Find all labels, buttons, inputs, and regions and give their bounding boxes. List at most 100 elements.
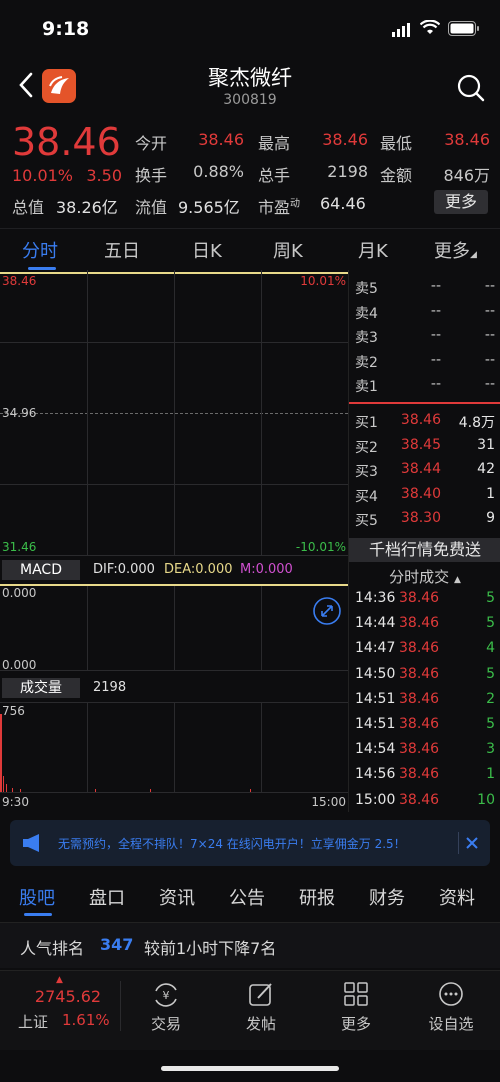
pct-low-label: -10.01%	[295, 540, 346, 554]
back-icon[interactable]	[18, 72, 34, 102]
order-book: 千档行情免费送 分时成交 ▲ 卖5 -- -- 卖4 -- -- 卖3 -- -- 卖2 -- -- 卖…	[348, 270, 500, 812]
megaphone-icon	[22, 833, 44, 857]
tab-forum[interactable]: 股吧	[19, 884, 55, 910]
bid-row[interactable]: 买2 38.45 31	[349, 435, 500, 459]
tick-price: 38.46	[399, 690, 440, 707]
tab-intraday[interactable]: 分时	[22, 237, 58, 263]
triangle-icon: ◢	[470, 250, 477, 260]
book-level-label: 买2	[355, 439, 378, 456]
popularity-rank[interactable]: 人气排名 347 较前1小时下降7名	[0, 922, 500, 968]
edit-icon	[249, 983, 272, 1006]
tab-more[interactable]: 更多◢	[434, 237, 477, 263]
close-icon[interactable]	[458, 832, 482, 854]
price-mid-label: 34.96	[2, 406, 37, 420]
tab-profile[interactable]: 资料	[439, 884, 475, 910]
book-volume: 4.8万	[458, 415, 495, 431]
tick-volume: 2	[486, 690, 495, 707]
tick-row: 14:44 38.46 5	[349, 613, 500, 637]
tab-monthly-k[interactable]: 月K	[358, 237, 388, 263]
pe-value: 64.46	[320, 194, 366, 213]
tick-row: 15:00 38.46 10	[349, 790, 500, 814]
quote-stat-label: 今开	[135, 134, 168, 153]
tick-row: 14:51 38.46 2	[349, 689, 500, 713]
ask-row[interactable]: 卖3 -- --	[349, 325, 500, 349]
bid-row[interactable]: 买4 38.40 1	[349, 484, 500, 508]
pct-high-label: 10.01%	[300, 274, 346, 288]
volume-max-label: 756	[2, 704, 25, 718]
volume-selector[interactable]: 成交量	[2, 678, 80, 698]
tick-time: 14:44	[355, 615, 396, 632]
book-volume: --	[484, 376, 495, 392]
change-amount: 3.50	[86, 166, 122, 185]
search-icon[interactable]	[456, 73, 486, 107]
status-time: 9:18	[42, 18, 90, 40]
tab-five-day[interactable]: 五日	[104, 237, 140, 263]
tick-time: 14:36	[355, 590, 396, 606]
post-button[interactable]: 发帖	[226, 981, 296, 1034]
ask-row[interactable]: 卖2 -- --	[349, 350, 500, 374]
tick-row: 14:36 38.46 5	[349, 588, 500, 612]
book-level-label: 买1	[355, 415, 378, 431]
intraday-chart[interactable]: 38.46 10.01% 34.96 31.46 -10.01% MACD DI…	[0, 270, 348, 812]
tick-time: 14:51	[355, 716, 396, 732]
tab-announcements[interactable]: 公告	[229, 884, 265, 910]
grid-line	[87, 702, 88, 792]
expand-icon[interactable]	[312, 596, 342, 630]
grid-line	[0, 792, 348, 793]
grid-line	[174, 270, 175, 556]
bid-row[interactable]: 买1 38.46 4.8万	[349, 410, 500, 434]
quote-stat-value: 0.88%	[193, 162, 244, 181]
book-price: 38.30	[400, 510, 441, 526]
promo-banner[interactable]: 无需预约，全程不排队！7×24 在线闪电开户！立享佣金万 2.5！	[10, 820, 490, 866]
change-percent: 10.01%	[12, 166, 74, 185]
tick-price: 38.46	[399, 640, 440, 657]
macd-selector[interactable]: MACD	[2, 560, 80, 580]
ask-row[interactable]: 卖4 -- --	[349, 301, 500, 325]
tab-research[interactable]: 研报	[299, 884, 335, 910]
app-logo	[42, 69, 76, 103]
book-price: 38.40	[400, 485, 441, 502]
bid-row[interactable]: 买5 38.30 9	[349, 508, 500, 532]
tick-price: 38.46	[399, 766, 440, 783]
ticks-header[interactable]: 分时成交 ▲	[349, 566, 500, 587]
tab-daily-k[interactable]: 日K	[192, 237, 222, 263]
up-triangle-icon: ▲	[56, 975, 63, 985]
bid-row[interactable]: 买3 38.44 42	[349, 459, 500, 483]
tick-volume: 1	[486, 766, 495, 783]
book-level-label: 卖2	[355, 354, 378, 371]
ask-row[interactable]: 卖5 -- --	[349, 276, 500, 300]
quote-stat-label: 总手	[258, 166, 291, 185]
book-price: --	[430, 278, 441, 294]
tick-price: 38.46	[399, 615, 440, 632]
tab-news[interactable]: 资讯	[159, 884, 195, 910]
index-value[interactable]: 2745.62	[16, 987, 120, 1006]
level2-promo[interactable]: 千档行情免费送	[349, 538, 500, 562]
macd-header: MACD DIF:0.000 DEA:0.000 M:0.000	[0, 558, 348, 582]
add-watchlist-button[interactable]: 设自选	[416, 981, 486, 1034]
tab-weekly-k[interactable]: 周K	[273, 237, 303, 263]
home-indicator	[161, 1066, 339, 1071]
book-volume: 1	[486, 485, 495, 502]
volume-bar	[20, 789, 21, 792]
grid-line	[87, 586, 88, 670]
book-volume: 42	[477, 461, 495, 477]
more-quote-button[interactable]: 更多	[434, 190, 488, 214]
ask-row[interactable]: 卖1 -- --	[349, 374, 500, 398]
wifi-icon	[419, 19, 441, 40]
grid-line	[0, 670, 348, 671]
book-level-label: 卖1	[355, 379, 378, 395]
pe-label-text: 市盈	[258, 198, 291, 217]
trade-button[interactable]: ¥ 交易	[131, 981, 201, 1034]
tick-price: 38.46	[399, 665, 440, 682]
tick-time: 14:56	[355, 766, 396, 783]
tab-finance[interactable]: 财务	[369, 884, 405, 910]
volume-bar	[150, 789, 151, 792]
book-volume: --	[484, 351, 495, 368]
more-button[interactable]: 更多	[321, 981, 391, 1034]
tick-time: 14:51	[355, 690, 396, 707]
tick-row: 14:54 38.46 3	[349, 739, 500, 763]
book-level-label: 卖5	[355, 281, 378, 297]
tab-market-depth[interactable]: 盘口	[89, 884, 125, 910]
grid-line	[174, 586, 175, 670]
book-volume: 31	[477, 436, 495, 453]
